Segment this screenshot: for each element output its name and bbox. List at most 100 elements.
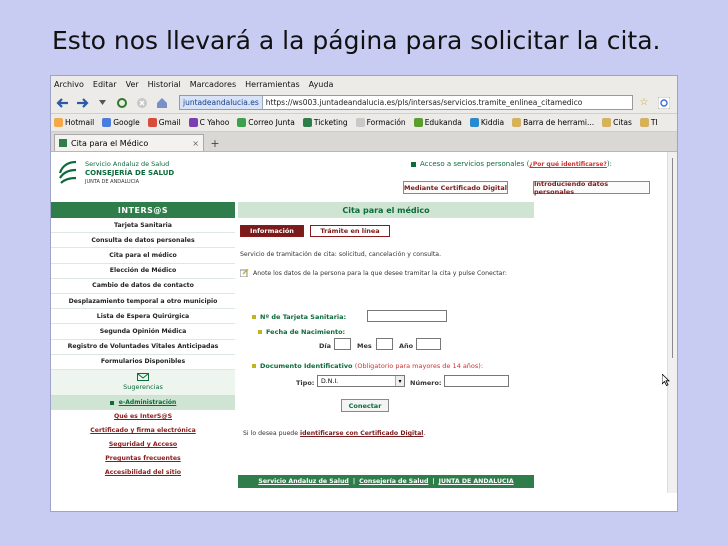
pencil-note-icon xyxy=(239,268,249,278)
bookmark-gmail[interactable]: Gmail xyxy=(147,118,181,127)
home-button[interactable] xyxy=(155,96,169,110)
address-bar[interactable]: juntadeandalucia.es https://ws003.juntad… xyxy=(179,95,633,110)
month-input[interactable] xyxy=(376,338,393,350)
forward-button[interactable] xyxy=(75,96,89,110)
sidebar-item-tarjeta-sanitaria[interactable]: Tarjeta Sanitaria xyxy=(51,218,235,234)
personal-data-button[interactable]: Introduciendo datos personales xyxy=(533,180,650,196)
menu-marcadores[interactable]: Marcadores xyxy=(190,80,236,89)
kiddia-icon xyxy=(469,118,479,127)
yellow-bullet-icon xyxy=(252,364,256,368)
main-content: Cita para el médico Información Trámite … xyxy=(238,202,534,437)
menu-editar[interactable]: Editar xyxy=(93,80,117,89)
back-button[interactable] xyxy=(55,96,69,110)
day-label: Día xyxy=(319,342,332,350)
envelope-flap-icon xyxy=(138,374,148,380)
mail-icon xyxy=(237,118,247,127)
sidebar-item-lista-espera[interactable]: Lista de Espera Quirúrgica xyxy=(51,309,235,325)
digital-certificate-button[interactable]: Mediante Certificado Digital xyxy=(403,181,508,194)
sidebar-item-formularios[interactable]: Formularios Disponibles xyxy=(51,354,235,370)
bookmark-correo-junta[interactable]: Correo Junta xyxy=(237,118,295,127)
search-engine-button[interactable] xyxy=(657,96,671,110)
reload-button[interactable] xyxy=(115,96,129,110)
footer-link-junta[interactable]: JUNTA DE ANDALUCIA xyxy=(439,478,514,485)
history-dropdown[interactable] xyxy=(95,96,109,110)
service-description: Servicio de tramitación de cita: solicit… xyxy=(240,251,442,258)
menu-archivo[interactable]: Archivo xyxy=(54,80,84,89)
why-identify-link[interactable]: ¿Por qué identificarse? xyxy=(529,161,607,168)
formacion-icon xyxy=(355,118,365,127)
stop-button[interactable] xyxy=(135,96,149,110)
personal-services-access: Acceso a servicios personales (¿Por qué … xyxy=(411,160,612,168)
number-label: Número: xyxy=(410,379,442,387)
junta-andalucia-logo-icon xyxy=(58,160,77,184)
menu-ayuda[interactable]: Ayuda xyxy=(309,80,334,89)
yellow-bullet-icon xyxy=(252,315,256,319)
bookmark-citas[interactable]: Citas xyxy=(602,118,632,127)
connect-button[interactable]: Conectar xyxy=(341,399,389,412)
url-text[interactable]: https://ws003.juntadeandalucia.es/pls/in… xyxy=(263,98,583,107)
card-number-input[interactable] xyxy=(367,310,447,322)
tab-tramite-en-linea[interactable]: Trámite en línea xyxy=(310,225,390,237)
slide-title: Esto nos llevará a la página para solici… xyxy=(52,26,661,55)
sidebar: INTERS@S Tarjeta Sanitaria Consulta de d… xyxy=(51,202,235,480)
bookmark-kiddia[interactable]: Kiddia xyxy=(469,118,504,127)
back-arrow-icon xyxy=(55,97,68,108)
stop-icon xyxy=(137,97,147,108)
page-favicon xyxy=(59,139,67,147)
bookmarks-bar: Hotmail Google Gmail C Yahoo Correo Junt… xyxy=(51,114,677,132)
chevron-down-icon: ▾ xyxy=(395,376,404,386)
footer-link-consejeria[interactable]: Consejería de Salud xyxy=(359,478,428,485)
link-preguntas-frecuentes[interactable]: Preguntas frecuentes xyxy=(51,452,235,466)
menu-bar: Archivo Editar Ver Historial Marcadores … xyxy=(51,76,677,92)
new-tab-button[interactable]: + xyxy=(207,136,223,150)
sidebar-item-datos-contacto[interactable]: Cambio de datos de contacto xyxy=(51,278,235,294)
vertical-scrollbar[interactable] xyxy=(667,152,677,493)
identify-certificate-link[interactable]: identificarse con Certificado Digital xyxy=(300,430,423,437)
bookmark-ticketing[interactable]: Ticketing xyxy=(302,118,348,127)
page-title: Cita para el médico xyxy=(238,202,534,218)
link-seguridad-acceso[interactable]: Seguridad y Acceso xyxy=(51,438,235,452)
tab-cita-medico[interactable]: Cita para el Médico × xyxy=(54,134,204,151)
sidebar-item-eleccion-medico[interactable]: Elección de Médico xyxy=(51,263,235,279)
document-number-input[interactable] xyxy=(444,375,509,387)
navigation-bar: juntadeandalucia.es https://ws003.juntad… xyxy=(51,92,677,114)
link-certificado-firma[interactable]: Certificado y firma electrónica xyxy=(51,424,235,438)
tab-title: Cita para el Médico xyxy=(71,138,149,148)
eadmin-link[interactable]: e-Administración xyxy=(51,395,235,410)
forward-arrow-icon xyxy=(76,97,89,108)
bookmark-barra-herramientas[interactable]: Barra de herrami... xyxy=(512,118,594,127)
year-input[interactable] xyxy=(416,338,441,350)
sidebar-title: INTERS@S xyxy=(51,202,235,218)
bookmark-google[interactable]: Google xyxy=(102,118,140,127)
document-type-select[interactable]: D.N.I. ▾ xyxy=(317,375,405,387)
bookmark-star-button[interactable]: ☆ xyxy=(637,96,651,110)
sidebar-item-datos-personales[interactable]: Consulta de datos personales xyxy=(51,233,235,249)
tab-informacion[interactable]: Información xyxy=(240,225,304,237)
bookmark-ti[interactable]: TI xyxy=(639,118,658,127)
yellow-bullet-icon xyxy=(258,330,262,334)
birth-date-label: Fecha de Nacimiento: xyxy=(258,328,345,336)
sidebar-item-voluntades-vitales[interactable]: Registro de Voluntades Vitales Anticipad… xyxy=(51,339,235,355)
link-accesibilidad[interactable]: Accesibilidad del sitio xyxy=(51,466,235,480)
menu-historial[interactable]: Historial xyxy=(148,80,181,89)
suggestions-button[interactable]: Sugerencias xyxy=(51,369,235,396)
hotmail-icon xyxy=(54,118,63,127)
day-input[interactable] xyxy=(334,338,351,350)
mouse-cursor-icon xyxy=(662,374,670,386)
star-icon: ☆ xyxy=(639,97,649,108)
menu-herramientas[interactable]: Herramientas xyxy=(245,80,300,89)
bookmark-formacion[interactable]: Formación xyxy=(355,118,406,127)
close-tab-icon[interactable]: × xyxy=(192,139,199,148)
bookmark-edukanda[interactable]: Edukanda xyxy=(413,118,462,127)
menu-ver[interactable]: Ver xyxy=(126,80,139,89)
sidebar-item-cita-medico[interactable]: Cita para el médico xyxy=(51,248,235,264)
footer-link-sas[interactable]: Servicio Andaluz de Salud xyxy=(258,478,349,485)
link-que-es-intersas[interactable]: Qué es InterS@S xyxy=(51,410,235,424)
envelope-icon xyxy=(137,373,149,382)
site-identity-badge[interactable]: juntadeandalucia.es xyxy=(180,96,263,109)
bookmark-yahoo[interactable]: C Yahoo xyxy=(188,118,229,127)
bookmark-hotmail[interactable]: Hotmail xyxy=(54,118,94,127)
web-page: Servicio Andaluz de Salud CONSEJERÍA DE … xyxy=(51,152,677,493)
sidebar-item-segunda-opinion[interactable]: Segunda Opinión Médica xyxy=(51,324,235,340)
sidebar-item-desplazamiento[interactable]: Desplazamiento temporal a otro municipio xyxy=(51,293,235,310)
